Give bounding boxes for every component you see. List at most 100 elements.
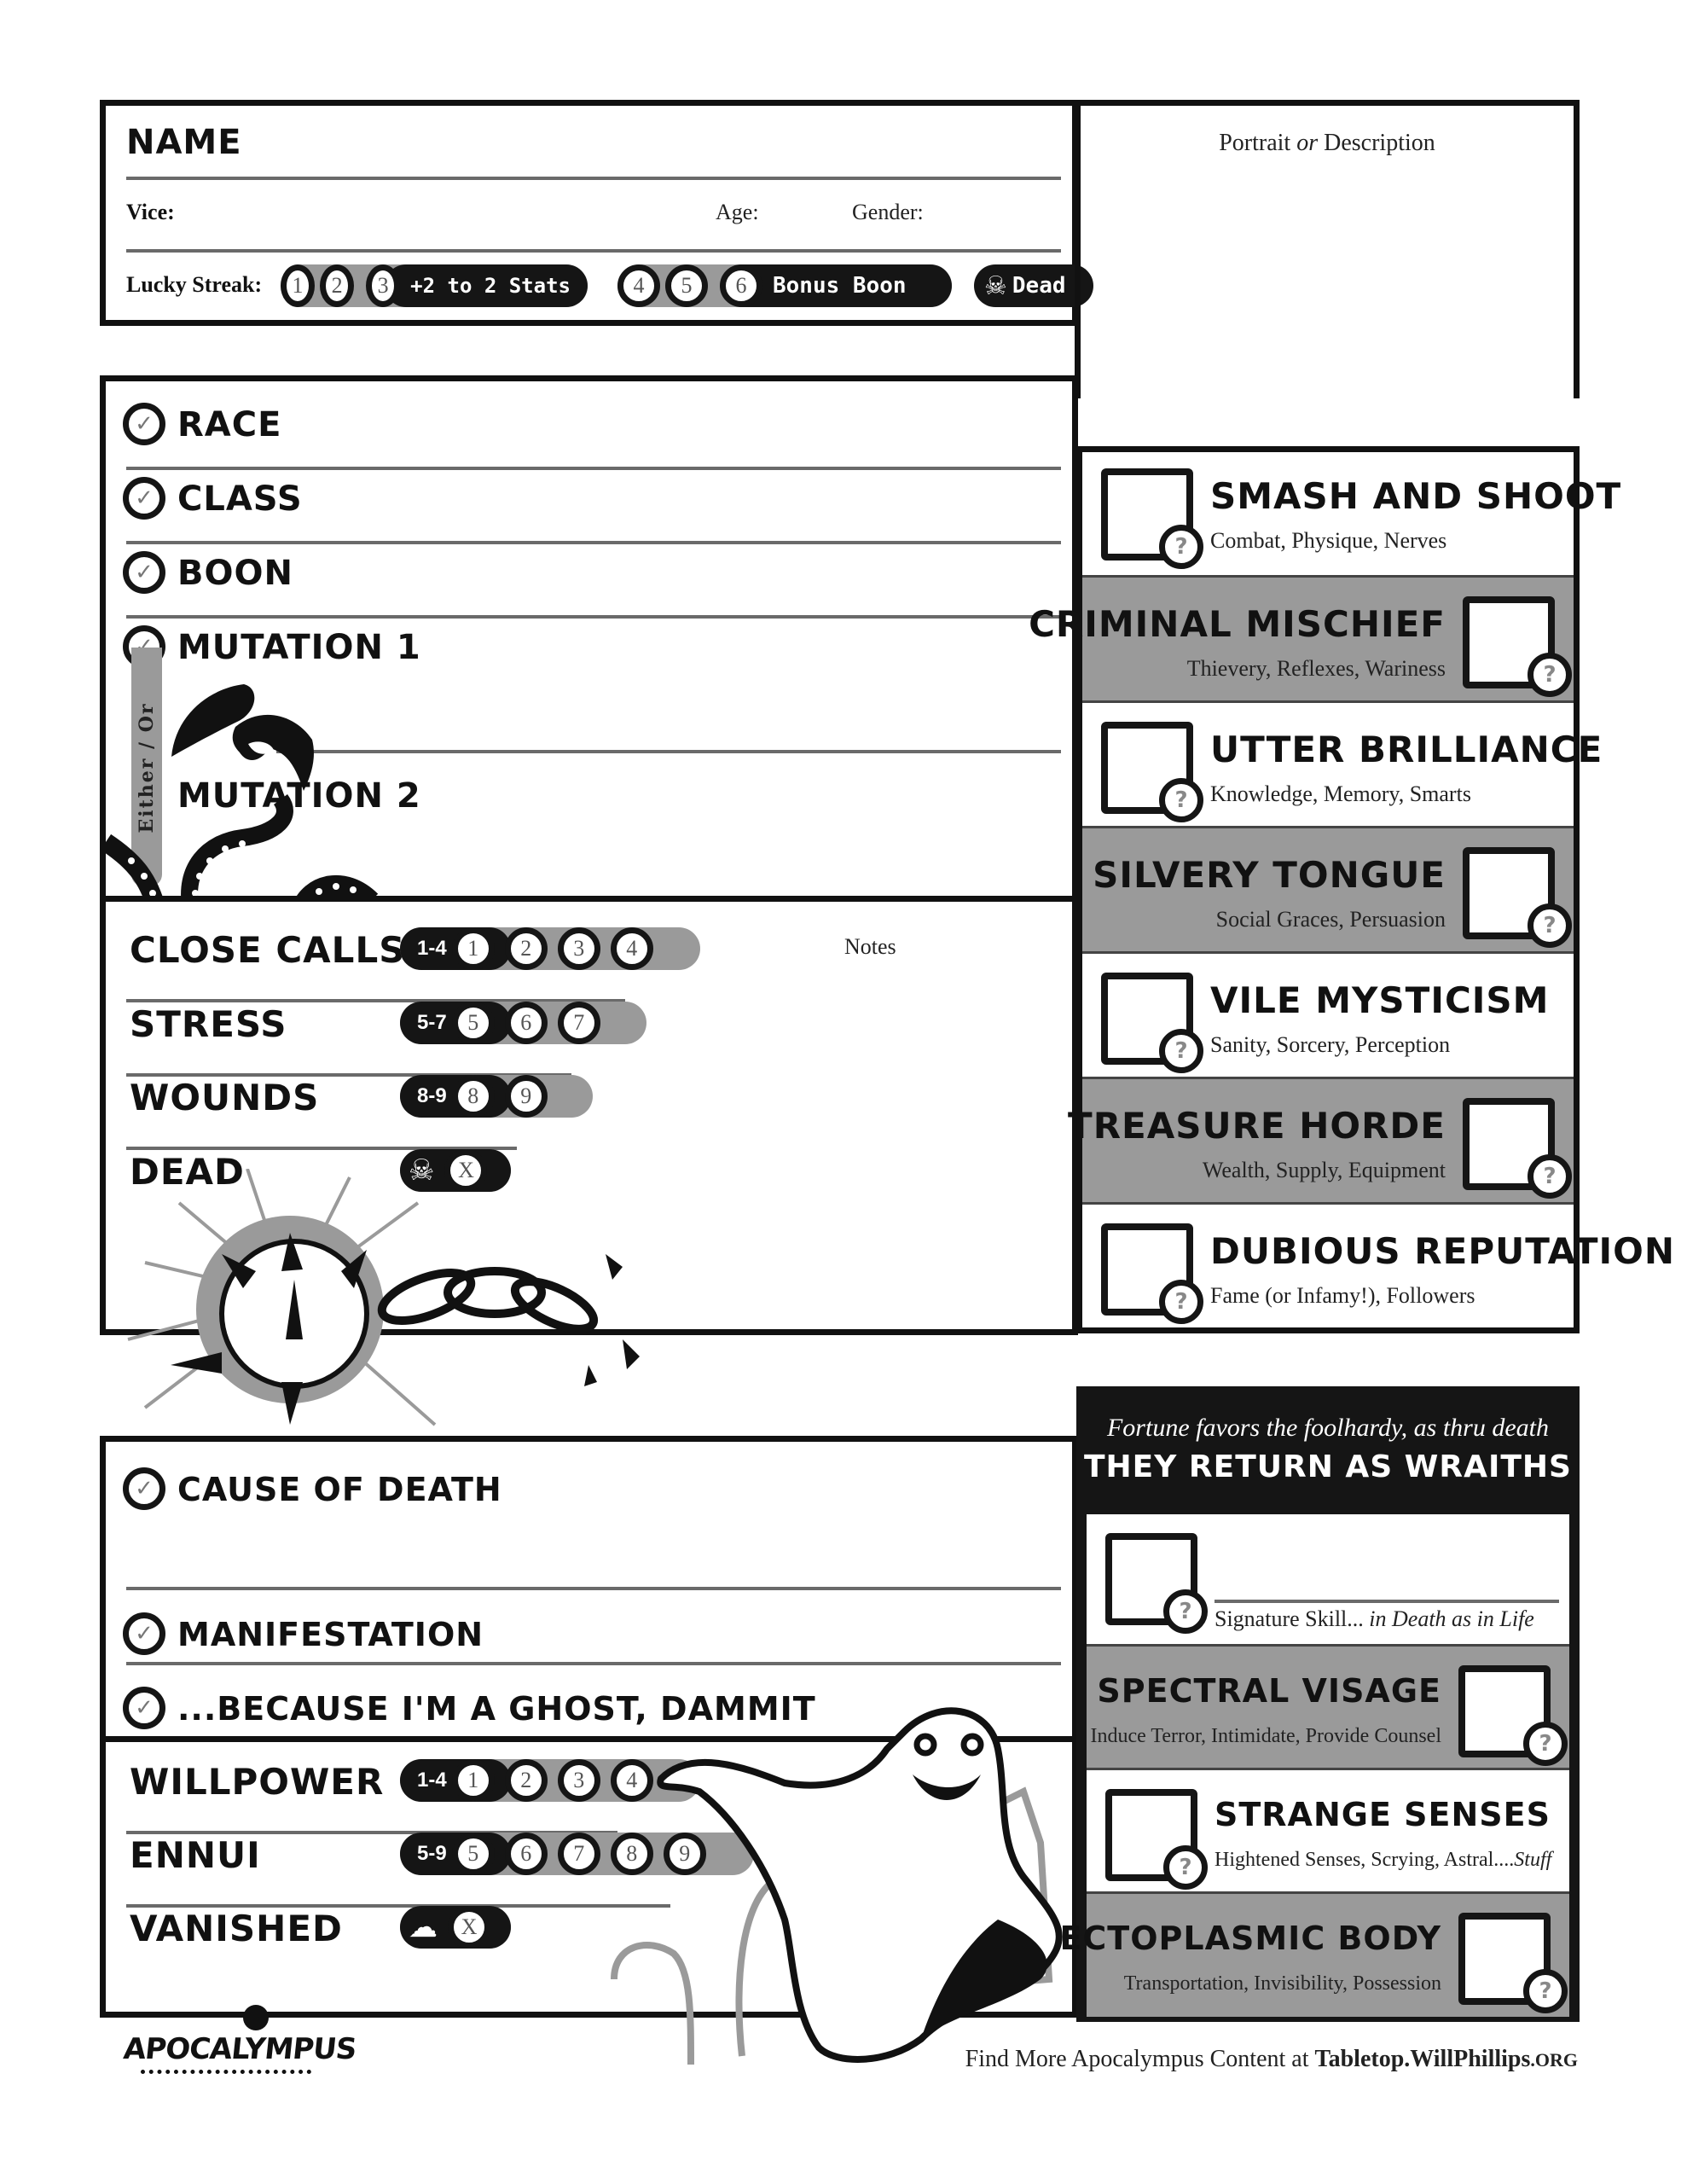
name-section: NAME Vice: Age: Gender: Lucky Streak: 1 … [100,100,1093,326]
stat-box[interactable]: 2 [504,1759,548,1802]
identity-label: MUTATION 1 [177,628,421,667]
stat-box[interactable]: 3 [557,927,600,970]
stat-range: 5-9 [417,1842,447,1865]
identity-label: RACE [177,405,282,444]
portrait-area[interactable]: Portrait or Description [1075,100,1580,398]
vice-field[interactable] [191,195,703,229]
skill-row: ? STRANGE SENSES Hightened Senses, Scrying… [1087,1768,1569,1893]
death-field[interactable] [515,1612,1061,1664]
skill-desc: Combat, Physique, Nerves [1210,528,1447,553]
identity-field[interactable] [430,398,1061,458]
wraith-subtitle: Fortune favors the foolhardy, as thru de… [1106,1414,1550,1442]
stat-box[interactable]: 6 [504,1002,548,1044]
stat-range: 8-9 [417,1084,447,1107]
stat-box[interactable]: 8 [451,1075,495,1118]
help-icon[interactable]: ? [1163,1589,1208,1634]
lucky-streak-box[interactable]: 4 [617,264,660,307]
check-icon[interactable]: ✓ [123,551,165,594]
stat-box[interactable]: 1 [451,1759,495,1802]
skill-row: ? CRIMINAL MISCHIEF Thievery, Reflexes, Wa… [1029,575,1574,700]
death-field[interactable] [515,1467,1061,1587]
check-icon[interactable]: ✓ [123,477,165,520]
check-icon[interactable]: ✓ [123,1612,165,1655]
wraith-panel: Fortune favors the foolhardy, as thru de… [1059,1386,1580,2022]
stat-label: WOUNDS [130,1077,320,1118]
stat-box[interactable]: 6 [504,1833,548,1875]
help-icon[interactable]: ? [1159,778,1203,822]
identity-underline [276,750,1061,753]
skill-desc: Social Graces, Persuasion [1215,907,1446,932]
skill-row: ? ECTOPLASMIC BODY Transportation, Invisib… [1059,1891,1569,2017]
stat-track: 1-4 1 2 3 4 [400,927,700,970]
stat-box[interactable]: 5 [451,1002,495,1044]
stat-box[interactable]: 3 [557,1759,600,1802]
identity-field[interactable] [430,473,1061,532]
help-icon[interactable]: ? [1159,525,1203,569]
check-icon[interactable]: ✓ [123,1687,165,1729]
lucky-streak-box[interactable]: 3 [366,264,401,307]
skull-icon: ☠ [984,270,1007,301]
skill-row: ? TREASURE HORDE Wealth, Supply, Equipment [1068,1077,1574,1202]
help-icon[interactable]: ? [1159,1280,1203,1324]
stat-box[interactable]: 7 [557,1833,600,1875]
skill-name: CRIMINAL MISCHIEF [1029,603,1446,645]
stat-box[interactable]: 4 [610,1759,653,1802]
gender-label: Gender: [852,200,924,224]
chain-icon [141,2070,311,2084]
lucky-streak-reward-2: Bonus Boon [773,273,907,299]
identity-field[interactable] [430,547,1061,607]
identity-underline [126,541,1061,544]
lucky-streak-group-1: 1 2 3 +2 to 2 Stats [281,264,588,307]
help-icon[interactable]: ? [1159,1029,1203,1073]
help-icon[interactable]: ? [1163,1845,1208,1890]
identity-field[interactable] [430,770,1061,829]
lucky-streak-box[interactable]: 5 [665,264,708,307]
skill-row: ? SILVERY TONGUE Social Graces, Persuasion [1082,826,1574,951]
age-label: Age: [716,200,759,224]
identity-section: ✓ RACE ✓ CLASS ✓ BOON ✓ MUTATION 1 MUTATION 2 Ei… [100,375,1078,910]
skill-row: ? SMASH AND SHOOT Combat, Physique, Nerves [1082,450,1620,575]
skill-desc: Sanity, Sorcery, Perception [1210,1032,1451,1057]
check-icon[interactable]: ✓ [123,1467,165,1510]
check-icon[interactable]: ✓ [123,403,165,445]
lucky-streak-box[interactable]: 1 [281,264,316,307]
stat-box[interactable]: 8 [610,1833,653,1875]
skill-desc: Induce Terror, Intimidate, Provide Couns… [1090,1725,1441,1747]
mace-icon [243,2005,269,2030]
stat-box[interactable]: X [448,1906,490,1949]
stat-box[interactable]: 2 [504,927,548,970]
stat-box[interactable]: 4 [610,927,653,970]
stat-label: ENNUI [130,1834,261,1876]
help-icon[interactable]: ? [1523,1722,1568,1766]
death-label: CAUSE OF DEATH [177,1471,502,1508]
skill-desc: Thievery, Reflexes, Wariness [1186,656,1446,681]
notes-label: Notes [844,934,896,959]
lucky-streak-box[interactable]: 2 [320,264,355,307]
skill-desc: Transportation, Invisibility, Possession [1123,1972,1441,1995]
skill-name: SILVERY TONGUE [1093,854,1446,896]
stat-box[interactable]: 1 [451,927,495,970]
name-label: NAME [126,123,242,162]
stat-box[interactable]: 9 [504,1075,548,1118]
footer-link[interactable]: Tabletop.WillPhillips.ORG [1315,2046,1579,2072]
notes-field[interactable] [703,970,1061,1226]
gender-field[interactable] [933,195,1061,229]
skull-icon: ☠ [409,1153,435,1188]
wraith-title: THEY RETURN AS WRAITHS [1084,1449,1572,1484]
help-icon[interactable]: ? [1528,1154,1572,1199]
name-field[interactable] [293,119,1061,170]
skill-name: SMASH AND SHOOT [1210,475,1622,517]
stat-box[interactable]: 7 [557,1002,600,1044]
help-icon[interactable]: ? [1523,1969,1568,2013]
signature-skill-field[interactable] [1215,1557,1559,1603]
stat-box[interactable]: 5 [451,1833,495,1875]
stat-label: CLOSE CALLS [130,929,406,971]
lucky-streak-dead-label: Dead [1012,273,1066,299]
lucky-streak-box[interactable]: 6 [720,264,762,307]
age-field[interactable] [767,195,852,229]
stat-box[interactable]: 9 [663,1833,706,1875]
help-icon[interactable]: ? [1528,903,1572,948]
identity-field[interactable] [430,621,1061,681]
help-icon[interactable]: ? [1528,653,1572,697]
stat-track: 8-9 8 9 [400,1075,593,1118]
